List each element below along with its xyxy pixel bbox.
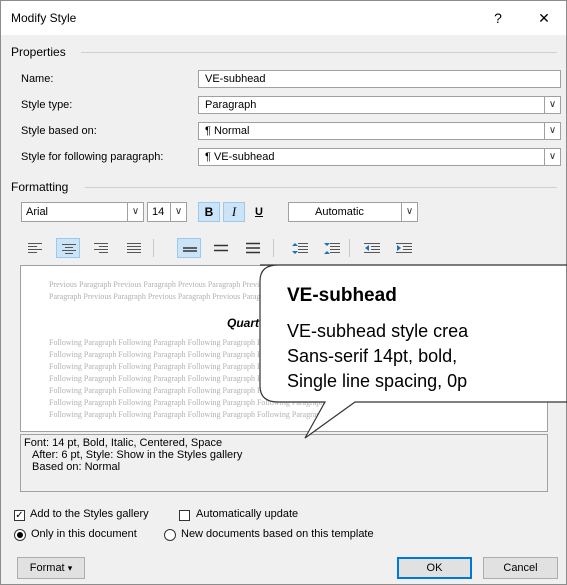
style-type-value: Paragraph [205,99,257,111]
toolbar-separator [349,239,350,257]
one-half-spacing-icon [214,244,228,252]
based-on-label: Style based on: [21,125,97,137]
font-color-select[interactable]: Automatic ∨ [288,202,418,222]
add-to-gallery-label: Add to the Styles gallery [30,508,149,520]
italic-button[interactable]: I [223,202,245,222]
font-size-select[interactable]: 14 ∨ [147,202,187,222]
space-before-decrease-button[interactable] [319,238,343,258]
description-line: After: 6 pt, Style: Show in the Styles g… [32,449,243,461]
style-type-select[interactable]: Paragraph ∨ [198,96,561,114]
preview-following-paragraph: Following Paragraph Following Paragraph … [49,362,325,371]
decrease-indent-button[interactable] [359,238,383,258]
preview-following-paragraph: Following Paragraph Following Paragraph … [49,350,325,359]
dialog-title: Modify Style [11,11,77,25]
name-input[interactable]: VE-subhead [198,70,561,88]
space-before-increase-button[interactable] [287,238,311,258]
justify-button[interactable] [122,238,146,258]
close-button[interactable]: ✕ [529,7,559,29]
name-label: Name: [21,73,54,85]
preview-following-paragraph: Following Paragraph Following Paragraph … [49,386,325,395]
align-left-icon [28,243,42,253]
bold-button[interactable]: B [198,202,220,222]
increase-indent-icon [396,243,412,253]
style-description: Font: 14 pt, Bold, Italic, Centered, Spa… [20,434,548,492]
toolbar-separator [153,239,154,257]
ok-button[interactable]: OK [397,557,472,579]
space-before-icon [292,243,308,254]
help-button[interactable]: ? [483,7,513,29]
chevron-down-icon[interactable]: ∨ [127,203,143,221]
modify-style-dialog: Modify Style ? ✕ Properties Name: VE-sub… [0,0,567,585]
following-label: Style for following paragraph: [21,151,164,163]
format-button-label: Format [29,562,65,574]
description-line: Based on: Normal [32,461,121,473]
double-spacing-button[interactable] [241,238,265,258]
callout-title: VE-subhead [287,285,397,306]
based-on-value: ¶ Normal [205,125,250,137]
only-this-document-radio[interactable] [14,529,26,541]
align-center-icon [62,244,76,254]
align-right-icon [94,243,108,253]
one-half-spacing-button[interactable] [209,238,233,258]
following-value: ¶ VE-subhead [205,151,275,163]
following-select[interactable]: ¶ VE-subhead ∨ [198,148,561,166]
only-this-document-label: Only in this document [31,528,137,540]
chevron-down-icon[interactable]: ∨ [401,203,417,221]
align-left-button[interactable] [23,238,47,258]
preview-following-paragraph: Following Paragraph Following Paragraph … [49,338,325,347]
format-button[interactable]: Format ▾ [17,557,85,579]
properties-heading: Properties [11,45,66,59]
chevron-down-icon[interactable]: ∨ [544,149,560,165]
preview-following-paragraph: Following Paragraph Following Paragraph … [49,410,325,419]
justify-icon [127,243,141,253]
callout-line: VE-subhead style crea [287,321,469,341]
style-type-label: Style type: [21,99,73,111]
preview-sample-text: Quarte [227,316,266,330]
chevron-down-icon[interactable]: ∨ [544,97,560,113]
formatting-divider [85,187,557,188]
callout-line: Sans-serif 14pt, bold, [287,346,458,366]
based-on-select[interactable]: ¶ Normal ∨ [198,122,561,140]
align-center-button[interactable] [56,238,80,258]
name-value: VE-subhead [205,73,266,85]
chevron-down-icon[interactable]: ∨ [170,203,186,221]
single-spacing-button[interactable] [177,238,201,258]
preview-following-paragraph: Following Paragraph Following Paragraph … [49,374,325,383]
cancel-button[interactable]: Cancel [483,557,558,579]
radio-selected-dot [17,532,23,538]
description-line: Font: 14 pt, Bold, Italic, Centered, Spa… [24,437,223,449]
callout-line: Single line spacing, 0p [287,371,468,391]
auto-update-checkbox[interactable] [179,510,190,521]
align-right-button[interactable] [89,238,113,258]
increase-indent-button[interactable] [391,238,415,258]
underline-button[interactable]: U [248,202,270,222]
add-to-gallery-checkbox[interactable]: ✓ [14,510,25,521]
font-value: Arial [26,206,49,218]
dropdown-arrow-icon: ▾ [67,563,73,573]
style-preview: Previous Paragraph Previous Paragraph Pr… [20,265,548,432]
properties-divider [81,52,557,53]
new-documents-radio[interactable] [164,529,176,541]
single-spacing-icon [183,247,197,252]
chevron-down-icon[interactable]: ∨ [544,123,560,139]
space-after-icon [324,243,340,254]
font-size-value: 14 [152,206,165,218]
auto-update-label: Automatically update [196,508,299,520]
toolbar-separator [273,239,274,257]
double-spacing-icon [246,242,260,254]
title-bar: Modify Style ? ✕ [1,1,566,35]
preview-following-paragraph: Following Paragraph Following Paragraph … [49,398,325,407]
new-documents-label: New documents based on this template [181,528,374,540]
font-color-value: Automatic [315,206,364,218]
formatting-heading: Formatting [11,180,69,194]
decrease-indent-icon [364,243,380,253]
font-select[interactable]: Arial ∨ [21,202,144,222]
